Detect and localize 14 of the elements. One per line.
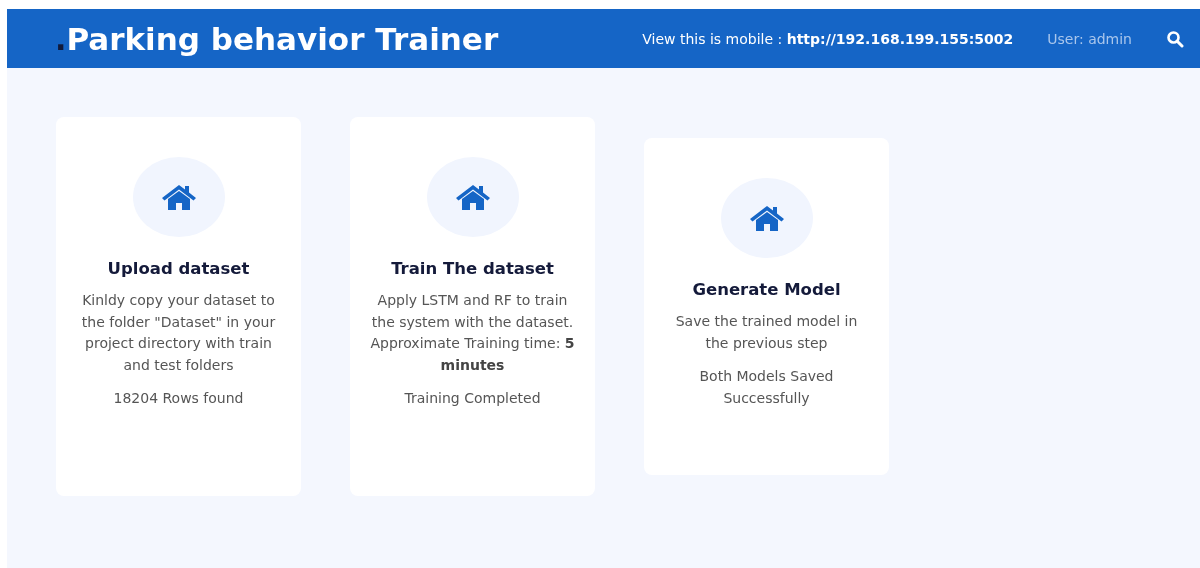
user-label: User: admin — [1047, 30, 1132, 47]
card-description: Save the trained model in the previous step — [674, 312, 859, 353]
app-title: Parking behavior Trainer — [66, 20, 499, 57]
status-text: 18204 Rows found — [113, 389, 244, 409]
logo-dot: . — [55, 21, 67, 57]
status-text: Training Completed — [404, 389, 541, 409]
card-title: Generate Model — [692, 280, 841, 299]
status-text: Both Models Saved Successfully — [698, 367, 835, 408]
card-description: Kinldy copy your dataset to the folder "Dataset" in your project directory with train and test folders — [80, 291, 277, 375]
card-title: Train The dataset — [391, 259, 554, 278]
card-title: Upload dataset — [107, 259, 250, 278]
mobile-link-text: View this is mobile : http://192.168.199.155:5002 — [642, 30, 1014, 47]
search-icon[interactable] — [1166, 29, 1184, 48]
card-description: Apply LSTM and RF to train the system with the dataset. Approximate Training time: 5 minutes — [370, 291, 575, 375]
